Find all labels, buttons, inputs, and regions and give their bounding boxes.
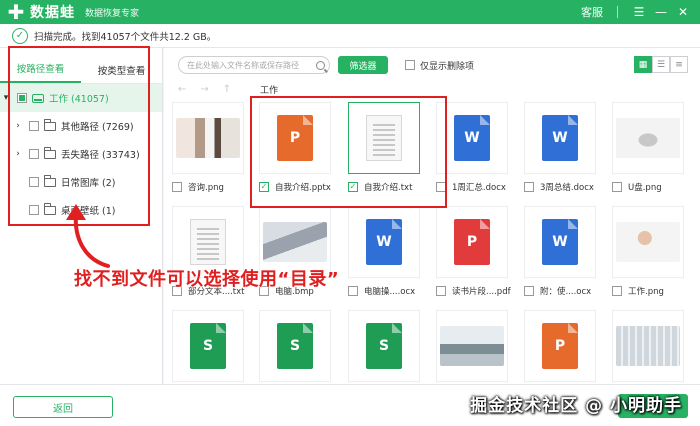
- file-thumbnail[interactable]: W: [524, 102, 596, 174]
- toolbar: 在此处输入文件名称或保存路径 筛选器 仅显示删除项 ▦ ☰ ≡: [164, 48, 700, 82]
- forward-arrow-icon[interactable]: →: [200, 84, 208, 95]
- detail-view-icon[interactable]: ≡: [670, 56, 688, 73]
- search-icon[interactable]: [316, 60, 325, 70]
- pdf-file-icon: P: [454, 219, 490, 265]
- file-name: U盘.png: [628, 183, 662, 193]
- file-name: 1周汇总.docx: [452, 183, 506, 193]
- file-thumbnail[interactable]: [612, 310, 684, 382]
- word-file-icon: W: [366, 219, 402, 265]
- customer-service-button[interactable]: 客服: [581, 4, 603, 20]
- file-checkbox[interactable]: [436, 286, 446, 296]
- app-subtitle: 数据恢复专家: [85, 8, 140, 19]
- file-item[interactable]: W 3周总结.docx: [524, 102, 596, 202]
- current-path: 工作: [260, 85, 279, 96]
- file-item[interactable]: 部分文本....txt: [172, 206, 245, 306]
- annotation-box-left: [8, 46, 150, 226]
- scan-status-text: 扫描完成。找到41057个文件共12.2 GB。: [34, 31, 217, 43]
- file-thumbnail[interactable]: W: [348, 206, 420, 278]
- text-file-icon: [190, 219, 226, 265]
- file-thumbnail[interactable]: S: [259, 310, 331, 382]
- sheet-file-icon: S: [366, 323, 402, 369]
- search-placeholder: 在此处输入文件名称或保存路径: [187, 60, 299, 70]
- search-input[interactable]: 在此处输入文件名称或保存路径: [178, 56, 330, 74]
- file-name: 电脑操....ocx: [364, 287, 416, 297]
- check-circle-icon: ✓: [12, 27, 28, 44]
- annotation-arrow-icon: [66, 204, 110, 268]
- word-file-icon: W: [542, 219, 578, 265]
- file-name-row: 工作.png: [612, 285, 692, 297]
- menu-icon[interactable]: ☰: [628, 0, 650, 24]
- file-thumbnail[interactable]: [436, 310, 508, 382]
- back-arrow-icon[interactable]: ←: [178, 84, 186, 95]
- ppt-file-icon: P: [542, 323, 578, 369]
- only-deleted-label: 仅显示删除项: [420, 61, 475, 72]
- plus-logo-icon: ✚: [7, 0, 25, 24]
- only-deleted-checkbox[interactable]: [405, 60, 415, 70]
- file-item[interactable]: W 电脑操....ocx: [348, 206, 420, 306]
- file-checkbox[interactable]: [612, 286, 622, 296]
- file-checkbox[interactable]: [612, 182, 622, 192]
- file-name: 读书片段....pdf: [452, 287, 511, 297]
- file-item[interactable]: 电脑.bmp: [259, 206, 331, 306]
- only-deleted-toggle[interactable]: 仅显示删除项: [400, 59, 474, 72]
- filter-button[interactable]: 筛选器: [338, 56, 388, 74]
- file-checkbox[interactable]: [524, 182, 534, 192]
- file-thumbnail[interactable]: [612, 102, 684, 174]
- title-divider: [617, 6, 618, 18]
- word-file-icon: W: [454, 115, 490, 161]
- file-item[interactable]: P 读书片段....pdf: [436, 206, 511, 306]
- file-thumbnail[interactable]: S: [348, 310, 420, 382]
- file-thumbnail[interactable]: [172, 102, 244, 174]
- file-name-row: 读书片段....pdf: [436, 285, 516, 297]
- annotation-text: 找不到文件可以选择使用“目录”: [74, 269, 340, 290]
- file-item[interactable]: 咨询.png: [172, 102, 244, 202]
- file-thumbnail[interactable]: W: [524, 206, 596, 278]
- file-name-row: 附：使....ocx: [524, 285, 604, 297]
- nav-row: ← → ↑ 工作: [164, 82, 700, 96]
- file-name: 附：使....ocx: [540, 287, 592, 297]
- file-thumbnail[interactable]: P: [436, 206, 508, 278]
- file-name-row: 3周总结.docx: [524, 181, 604, 193]
- file-checkbox[interactable]: [172, 182, 182, 192]
- file-thumbnail[interactable]: S: [172, 310, 244, 382]
- file-checkbox[interactable]: [348, 286, 358, 296]
- watermark-text: 掘金技术社区 @ 小明助手: [470, 396, 682, 416]
- view-mode-group: ▦ ☰ ≡: [634, 56, 688, 73]
- word-file-icon: W: [542, 115, 578, 161]
- file-item[interactable]: W 附：使....ocx: [524, 206, 596, 306]
- app-name: 数据蛙: [30, 5, 75, 21]
- file-thumbnail[interactable]: [612, 206, 684, 278]
- sheet-file-icon: S: [277, 323, 313, 369]
- up-arrow-icon[interactable]: ↑: [223, 84, 231, 95]
- image-preview: [440, 326, 504, 366]
- file-name: 3周总结.docx: [540, 183, 594, 193]
- sheet-file-icon: S: [190, 323, 226, 369]
- file-name: 咨询.png: [188, 183, 224, 193]
- minimize-icon[interactable]: —: [650, 0, 672, 24]
- image-preview: [263, 222, 327, 262]
- image-preview: [176, 118, 240, 158]
- file-name-row: 咨询.png: [172, 181, 252, 193]
- app-logo: ✚ 数据蛙 数据恢复专家: [6, 2, 139, 22]
- file-name-row: 电脑操....ocx: [348, 285, 428, 297]
- scan-status-bar: ✓ 扫描完成。找到41057个文件共12.2 GB。: [0, 24, 700, 48]
- title-bar: ✚ 数据蛙 数据恢复专家 客服 ☰ — ✕: [0, 0, 700, 24]
- annotation-box-selected: [250, 96, 447, 208]
- list-view-icon[interactable]: ☰: [652, 56, 670, 73]
- bottom-bar: 返回 掘金技术社区 @ 小明助手: [0, 384, 700, 426]
- file-name-row: U盘.png: [612, 181, 692, 193]
- file-item[interactable]: U盘.png: [612, 102, 684, 202]
- image-preview: [616, 222, 680, 262]
- grid-view-icon[interactable]: ▦: [634, 56, 652, 73]
- file-thumbnail[interactable]: P: [524, 310, 596, 382]
- close-icon[interactable]: ✕: [672, 0, 694, 24]
- back-button[interactable]: 返回: [13, 396, 113, 418]
- image-preview: [616, 326, 680, 366]
- file-name-row: 1周汇总.docx: [436, 181, 516, 193]
- file-name: 工作.png: [628, 287, 664, 297]
- file-checkbox[interactable]: [524, 286, 534, 296]
- file-item[interactable]: 工作.png: [612, 206, 684, 306]
- image-preview: [616, 118, 680, 158]
